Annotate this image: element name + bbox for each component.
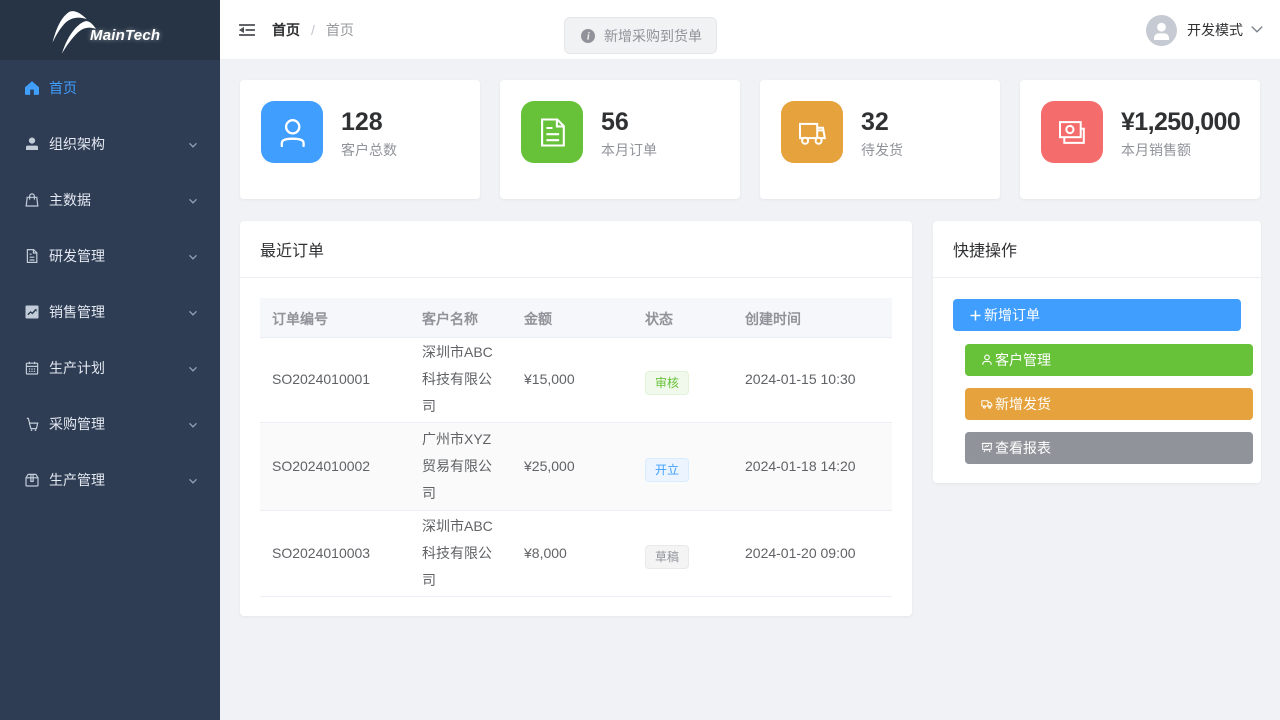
svg-text:i: i — [587, 31, 590, 42]
